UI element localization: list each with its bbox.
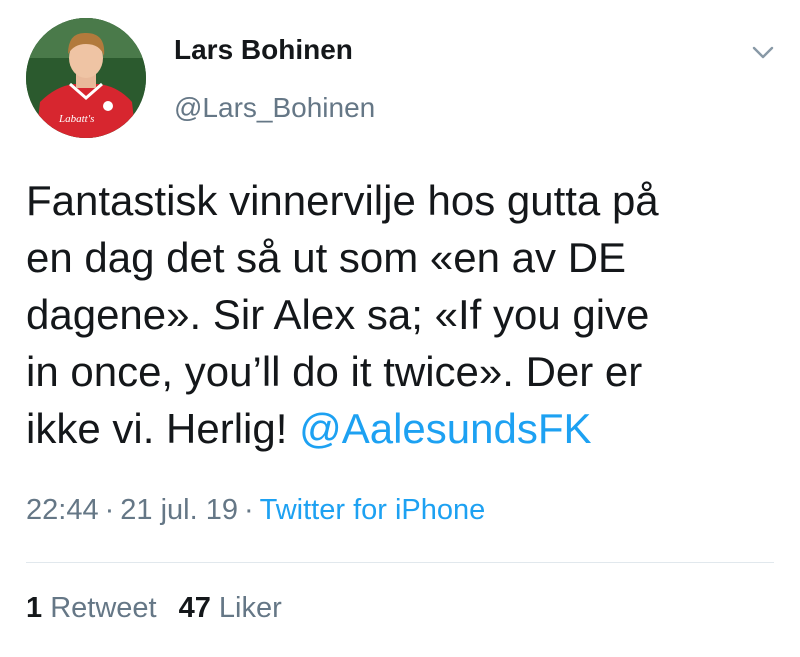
retweets-stat[interactable]: 1 Retweet xyxy=(26,592,157,624)
tweet-time: 22:44 xyxy=(26,494,99,526)
tweet-line: Fantastisk vinnervilje hos gutta på xyxy=(26,177,659,224)
author-name[interactable]: Lars Bohinen xyxy=(174,34,353,66)
tweet-line-last: ikke vi. Herlig! @AalesundsFK xyxy=(26,400,776,457)
retweets-label: Retweet xyxy=(50,592,157,624)
divider xyxy=(26,562,774,563)
meta-separator: · xyxy=(104,494,115,526)
likes-label: Liker xyxy=(218,592,282,624)
tweet-meta: 22:44 · 21 jul. 19 · Twitter for iPhone xyxy=(26,494,485,527)
tweet-line: in once, you’ll do it twice». Der er xyxy=(26,348,643,395)
author-handle[interactable]: @Lars_Bohinen xyxy=(174,92,375,124)
tweet-menu-button[interactable] xyxy=(748,38,778,68)
tweet-line: en dag det så ut som «en av DE xyxy=(26,234,627,281)
avatar[interactable]: Labatt's xyxy=(26,18,146,138)
mention-link[interactable]: @AalesundsFK xyxy=(299,405,591,452)
meta-separator: · xyxy=(243,494,254,526)
retweets-count: 1 xyxy=(26,592,43,624)
tweet-line: dagene». Sir Alex sa; «If you give xyxy=(26,291,650,338)
tweet-stats: 1 Retweet 47 Liker xyxy=(26,592,282,625)
likes-count: 47 xyxy=(178,592,211,624)
likes-stat[interactable]: 47 Liker xyxy=(179,592,282,624)
tweet-source-link[interactable]: Twitter for iPhone xyxy=(260,494,486,526)
tweet-line: ikke vi. Herlig! xyxy=(26,405,300,452)
chevron-down-icon xyxy=(752,46,774,59)
tweet-date[interactable]: 21 jul. 19 xyxy=(120,494,238,526)
avatar-image: Labatt's xyxy=(26,18,146,138)
tweet-text: Fantastisk vinnervilje hos gutta på en d… xyxy=(26,172,776,457)
avatar-shirt-text: Labatt's xyxy=(58,113,94,125)
